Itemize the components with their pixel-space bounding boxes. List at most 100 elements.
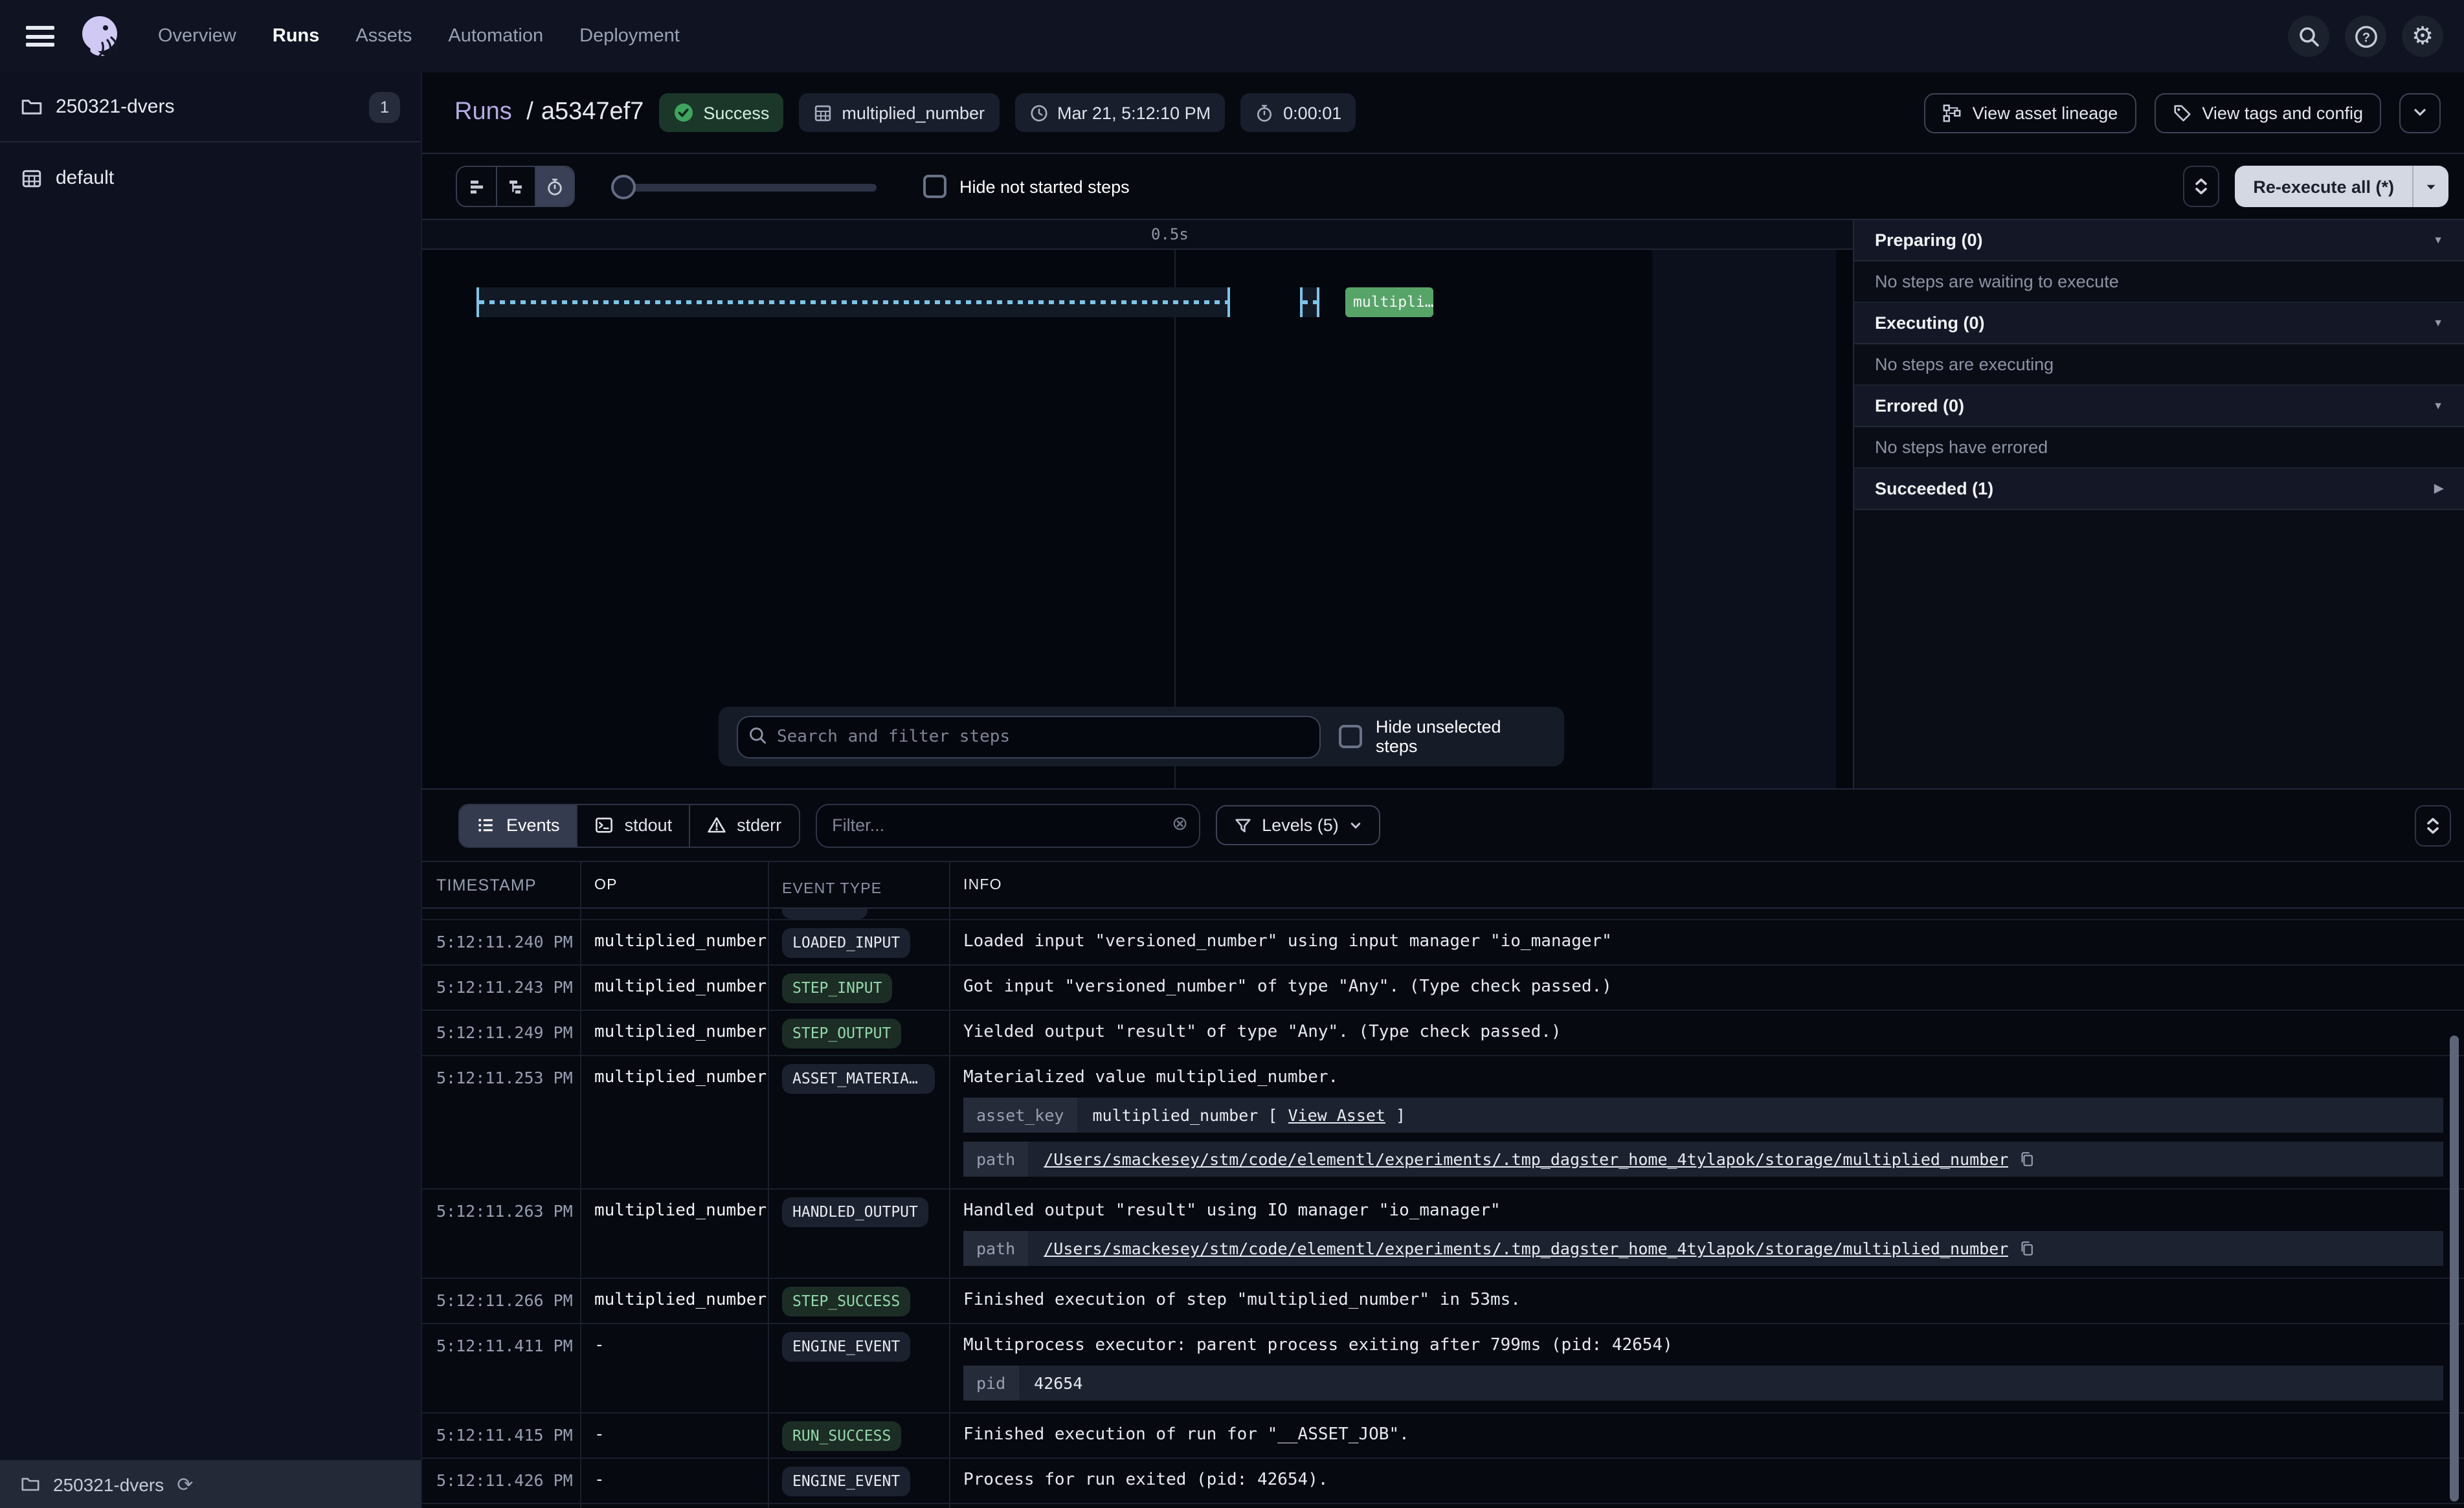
event-op: multiplied_number	[580, 1279, 768, 1311]
refresh-icon[interactable]: ⟳	[177, 1472, 193, 1496]
step-section-empty-message: No steps are executing	[1854, 344, 2464, 386]
copy-icon[interactable]	[2019, 1151, 2035, 1168]
events-list-icon	[476, 815, 496, 835]
levels-dropdown[interactable]: Levels (5)	[1215, 805, 1380, 845]
event-op: multiplied_number	[580, 920, 768, 953]
metadata-key: path	[963, 1231, 1028, 1266]
event-info-text: Materialized value multiplied_number.	[963, 1067, 2443, 1089]
step-section-header[interactable]: Errored (0)▼	[1854, 386, 2464, 427]
flat-view-button[interactable]	[457, 167, 496, 206]
nav-item-runs[interactable]: Runs	[273, 26, 320, 47]
help-button[interactable]: ?	[2345, 16, 2386, 57]
search-button[interactable]	[2288, 16, 2329, 57]
view-asset-lineage-button[interactable]: View asset lineage	[1925, 93, 2136, 133]
event-info-text: Yielded output "result" of type "Any". (…	[963, 1021, 2443, 1043]
search-icon	[748, 726, 768, 745]
tab-stderr[interactable]: stderr	[689, 804, 798, 846]
metadata-value: multiplied_number [View Asset]	[1077, 1098, 2443, 1133]
metadata-key: path	[963, 1142, 1028, 1177]
event-type-badge: STEP_INPUT	[782, 973, 893, 1003]
expand-events-button[interactable]	[2415, 804, 2451, 846]
event-row[interactable]: 5:12:11.266 PMmultiplied_numberSTEP_SUCC…	[422, 1279, 2464, 1324]
event-row[interactable]: 5:12:11.249 PMmultiplied_numberSTEP_OUTP…	[422, 1011, 2464, 1056]
nav-item-automation[interactable]: Automation	[448, 26, 543, 47]
step-section-header[interactable]: Succeeded (1)▶	[1854, 469, 2464, 510]
gantt-step-bar[interactable]: multipli…	[1345, 287, 1433, 317]
run-count-badge: 1	[369, 91, 400, 122]
settings-button[interactable]: ⚙	[2402, 16, 2443, 57]
waterfall-view-button[interactable]	[496, 167, 535, 206]
event-type-badge: STEP_OUTPUT	[782, 1019, 901, 1048]
event-timestamp: 5:12:11.266 PM	[422, 1279, 580, 1311]
hide-unselected-checkbox[interactable]	[1339, 725, 1363, 748]
gantt-toolbar-right: Re-execute all (*)	[2183, 166, 2448, 207]
tab-stdout[interactable]: stdout	[577, 804, 689, 846]
stdout-terminal-icon	[595, 815, 614, 835]
event-row[interactable]: 5:12:11.253 PMmultiplied_numberASSET_MAT…	[422, 1056, 2464, 1190]
levels-label: Levels (5)	[1262, 815, 1339, 835]
event-row[interactable]: 5:12:11.240 PMmultiplied_numberLOADED_IN…	[422, 920, 2464, 966]
event-type-badge: ENGINE_EVENT	[782, 1332, 910, 1362]
svg-text:?: ?	[2362, 30, 2369, 44]
step-section-header[interactable]: Preparing (0)▼	[1854, 220, 2464, 261]
path-link[interactable]: /Users/smackesey/stm/code/elementl/exper…	[1044, 1237, 2008, 1259]
zoom-slider-track[interactable]	[611, 183, 877, 191]
event-row[interactable]: 5:12:11.243 PMmultiplied_numberSTEP_INPU…	[422, 966, 2464, 1011]
step-section-header[interactable]: Executing (0)▼	[1854, 303, 2464, 344]
metadata-key: asset_key	[963, 1098, 1077, 1133]
gantt-overscan-band	[1652, 250, 1836, 788]
main-nav: Overview Runs Assets Automation Deployment	[158, 26, 680, 47]
path-link[interactable]: /Users/smackesey/stm/code/elementl/exper…	[1044, 1148, 2008, 1170]
step-section-label: Errored (0)	[1875, 396, 1964, 416]
job-label: default	[56, 166, 114, 188]
event-row[interactable]: 5:12:11.415 PM-RUN_SUCCESSFinished execu…	[422, 1414, 2464, 1459]
log-filter-input[interactable]	[815, 803, 1200, 847]
metadata-value: 42654	[1018, 1366, 2443, 1401]
col-timestamp: TIMESTAMP	[422, 876, 580, 894]
view-asset-link[interactable]: View Asset	[1288, 1104, 1385, 1126]
events-scrollbar-thumb[interactable]	[2450, 1036, 2459, 1502]
clear-filter-icon[interactable]: ⊗	[1172, 814, 1188, 833]
step-search-input[interactable]	[737, 715, 1321, 758]
run-datetime-label: Mar 21, 5:12:10 PM	[1057, 103, 1211, 122]
event-row[interactable]: 5:12:11.411 PM-ENGINE_EVENTMultiprocess …	[422, 1324, 2464, 1414]
success-check-icon	[673, 102, 694, 123]
log-view-tabs: Events stdout stderr	[458, 803, 800, 847]
sidebar-item-code-location[interactable]: 250321-dvers 1	[0, 72, 421, 142]
tab-events[interactable]: Events	[460, 804, 577, 846]
gantt-canvas: multipli… Hide unselected steps	[422, 250, 1853, 788]
view-tags-config-button[interactable]: View tags and config	[2154, 93, 2381, 133]
breadcrumb-runs-link[interactable]: Runs	[454, 98, 512, 126]
nav-actions: ? ⚙	[2288, 16, 2443, 57]
expand-gantt-button[interactable]	[2183, 166, 2219, 207]
hide-not-started-checkbox[interactable]	[923, 175, 946, 198]
asset-tag[interactable]: multiplied_number	[799, 93, 999, 132]
gantt-waiting-bar[interactable]	[476, 287, 1230, 317]
events-rows: 5:12:11.240 PMmultiplied_numberLOADED_IN…	[422, 920, 2464, 1504]
nav-item-overview[interactable]: Overview	[158, 26, 236, 47]
breadcrumb-separator: /	[526, 98, 533, 126]
zoom-slider-thumb[interactable]	[611, 174, 636, 199]
gantt-search-panel: Hide unselected steps	[719, 707, 1564, 766]
timed-view-button[interactable]	[535, 167, 574, 206]
stopwatch-icon	[1255, 103, 1274, 122]
view-tags-config-label: View tags and config	[2202, 103, 2363, 122]
gantt-waiting-segment[interactable]	[1300, 287, 1319, 317]
help-icon: ?	[2353, 24, 2378, 49]
sidebar-item-job-default[interactable]: default	[0, 142, 421, 212]
more-actions-button[interactable]	[2399, 93, 2441, 133]
copy-icon[interactable]	[2019, 1240, 2035, 1257]
metadata-key: pid	[963, 1366, 1018, 1401]
event-row[interactable]: 5:12:11.426 PM-ENGINE_EVENTProcess for r…	[422, 1459, 2464, 1504]
log-filter: ⊗	[815, 803, 1200, 847]
nav-item-assets[interactable]: Assets	[355, 26, 412, 47]
run-duration: 0:00:01	[1240, 93, 1356, 132]
event-row[interactable]: 5:12:11.263 PMmultiplied_numberHANDLED_O…	[422, 1190, 2464, 1279]
view-asset-lineage-label: View asset lineage	[1973, 103, 2118, 122]
reexecute-options-button[interactable]	[2412, 166, 2448, 207]
zoom-slider[interactable]	[611, 174, 877, 199]
dagster-logo[interactable]	[75, 12, 124, 61]
nav-item-deployment[interactable]: Deployment	[579, 26, 680, 47]
reexecute-all-button[interactable]: Re-execute all (*)	[2235, 166, 2412, 207]
hamburger-menu-icon[interactable]	[26, 26, 54, 47]
